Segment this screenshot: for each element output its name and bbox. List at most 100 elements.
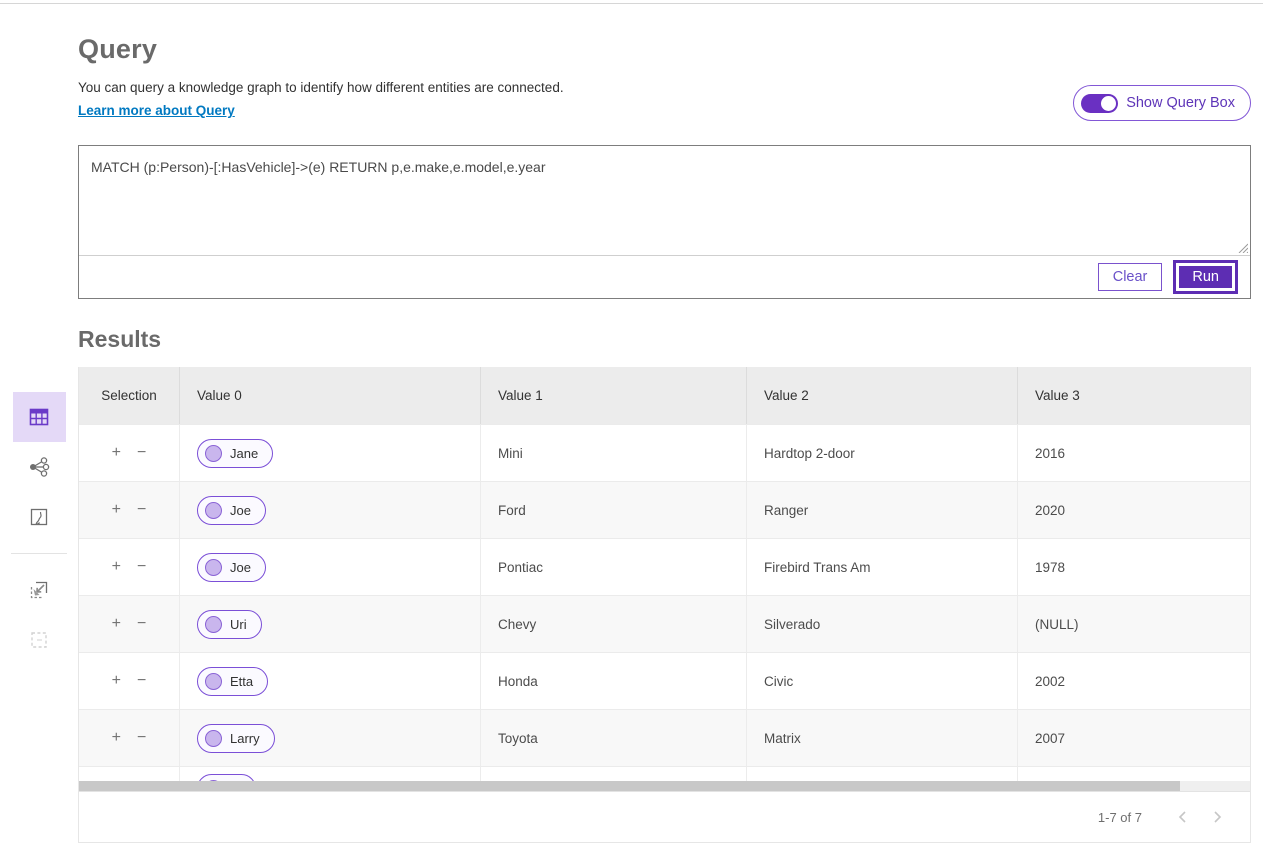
value0-cell: Joe [179, 482, 480, 538]
link-chart-icon [26, 454, 52, 480]
value0-cell [179, 767, 480, 781]
entity-node-icon [205, 445, 222, 462]
entity-pill[interactable]: Joe [197, 496, 266, 525]
view-rail [0, 367, 78, 843]
value2-cell: Hardtop 2-door [746, 425, 1017, 481]
next-page-button[interactable] [1200, 800, 1234, 834]
table-row: + − Larry Toyota Matrix 2007 [79, 709, 1250, 766]
value0-cell: Larry [179, 710, 480, 766]
pagination-bar: 1-7 of 7 [79, 791, 1250, 842]
rail-add-to-map[interactable] [13, 565, 66, 615]
clear-button[interactable]: Clear [1098, 263, 1163, 291]
value3-cell: 2007 [1017, 710, 1250, 766]
value2-cell: Civic [746, 653, 1017, 709]
entity-pill-label: Uri [230, 617, 247, 632]
results-title: Results [78, 326, 1263, 353]
add-selection-button[interactable]: + [112, 502, 121, 518]
remove-selection-button[interactable]: − [137, 730, 146, 746]
entity-pill-label: Joe [230, 560, 251, 575]
table-row: + − Joe Pontiac Firebird Trans Am 1978 [79, 538, 1250, 595]
pagination-label: 1-7 of 7 [1098, 810, 1142, 825]
value1-cell: Toyota [480, 710, 746, 766]
rail-link-chart-view[interactable] [13, 442, 66, 492]
toggle-label: Show Query Box [1126, 95, 1235, 111]
value1-cell: Chevy [480, 596, 746, 652]
horizontal-scrollbar[interactable] [79, 781, 1250, 791]
column-header-value0: Value 0 [179, 367, 480, 424]
scrollbar-thumb[interactable] [79, 781, 1180, 791]
add-selection-button[interactable]: + [112, 673, 121, 689]
selection-cell: + − [79, 710, 179, 766]
entity-pill[interactable]: Jane [197, 439, 273, 468]
selection-cell [79, 767, 179, 781]
add-to-map-icon [27, 578, 51, 602]
add-selection-button[interactable]: + [112, 559, 121, 575]
add-selection-button[interactable]: + [112, 730, 121, 746]
value3-cell: 2016 [1017, 425, 1250, 481]
selection-cell: + − [79, 653, 179, 709]
add-selection-button[interactable]: + [112, 616, 121, 632]
toggle-switch-icon[interactable] [1081, 94, 1118, 113]
map-icon [27, 505, 51, 529]
value0-cell: Joe [179, 539, 480, 595]
entity-pill-label: Jane [230, 446, 258, 461]
resize-handle-icon[interactable] [1236, 241, 1248, 253]
entity-pill-label: Larry [230, 731, 260, 746]
entity-pill[interactable]: Larry [197, 724, 275, 753]
selection-cell: + − [79, 425, 179, 481]
results-panel: Selection Value 0 Value 1 Value 2 Value … [78, 367, 1251, 843]
rail-table-view[interactable] [13, 392, 66, 442]
remove-selection-button[interactable]: − [137, 673, 146, 689]
entity-pill-label: Joe [230, 503, 251, 518]
remove-selection-button[interactable]: − [137, 502, 146, 518]
rail-selection-tool [13, 615, 66, 665]
value1-cell: Honda [480, 653, 746, 709]
entity-node-icon [205, 616, 222, 633]
learn-more-link[interactable]: Learn more about Query [78, 103, 235, 118]
value0-cell: Etta [179, 653, 480, 709]
add-selection-button[interactable]: + [112, 445, 121, 461]
chevron-left-icon [1176, 810, 1190, 824]
column-header-value1: Value 1 [480, 367, 746, 424]
remove-selection-button[interactable]: − [137, 559, 146, 575]
entity-pill[interactable]: Joe [197, 553, 266, 582]
value0-cell: Uri [179, 596, 480, 652]
entity-node-icon [205, 559, 222, 576]
chevron-right-icon [1210, 810, 1224, 824]
column-header-value3: Value 3 [1017, 367, 1250, 424]
value2-cell: Ranger [746, 482, 1017, 538]
value3-cell: (NULL) [1017, 596, 1250, 652]
rail-map-view[interactable] [13, 492, 66, 542]
previous-page-button[interactable] [1166, 800, 1200, 834]
dashed-selection-icon [27, 628, 51, 652]
value3-cell: 2002 [1017, 653, 1250, 709]
entity-node-icon [205, 502, 222, 519]
partial-table-row [79, 766, 1250, 781]
selection-cell: + − [79, 482, 179, 538]
run-button[interactable]: Run [1176, 263, 1235, 291]
table-header: Selection Value 0 Value 1 Value 2 Value … [79, 367, 1250, 424]
show-query-box-toggle[interactable]: Show Query Box [1073, 85, 1251, 121]
query-footer: Clear Run [79, 255, 1250, 298]
value1-cell: Ford [480, 482, 746, 538]
table-row: + − Uri Chevy Silverado (NULL) [79, 595, 1250, 652]
entity-node-icon [205, 730, 222, 747]
selection-cell: + − [79, 539, 179, 595]
value2-cell: Firebird Trans Am [746, 539, 1017, 595]
entity-pill-partial[interactable] [197, 774, 256, 781]
remove-selection-button[interactable]: − [137, 616, 146, 632]
query-input[interactable]: MATCH (p:Person)-[:HasVehicle]->(e) RETU… [79, 146, 1250, 255]
entity-node-icon [205, 673, 222, 690]
entity-pill[interactable]: Uri [197, 610, 262, 639]
value2-cell: Silverado [746, 596, 1017, 652]
entity-pill-label: Etta [230, 674, 253, 689]
column-header-selection: Selection [79, 367, 179, 424]
remove-selection-button[interactable]: − [137, 445, 146, 461]
entity-pill[interactable]: Etta [197, 667, 268, 696]
top-border [0, 0, 1263, 4]
selection-cell: + − [79, 596, 179, 652]
query-box: MATCH (p:Person)-[:HasVehicle]->(e) RETU… [78, 145, 1251, 299]
value2-cell: Matrix [746, 710, 1017, 766]
value1-cell: Mini [480, 425, 746, 481]
value1-cell [480, 767, 746, 781]
